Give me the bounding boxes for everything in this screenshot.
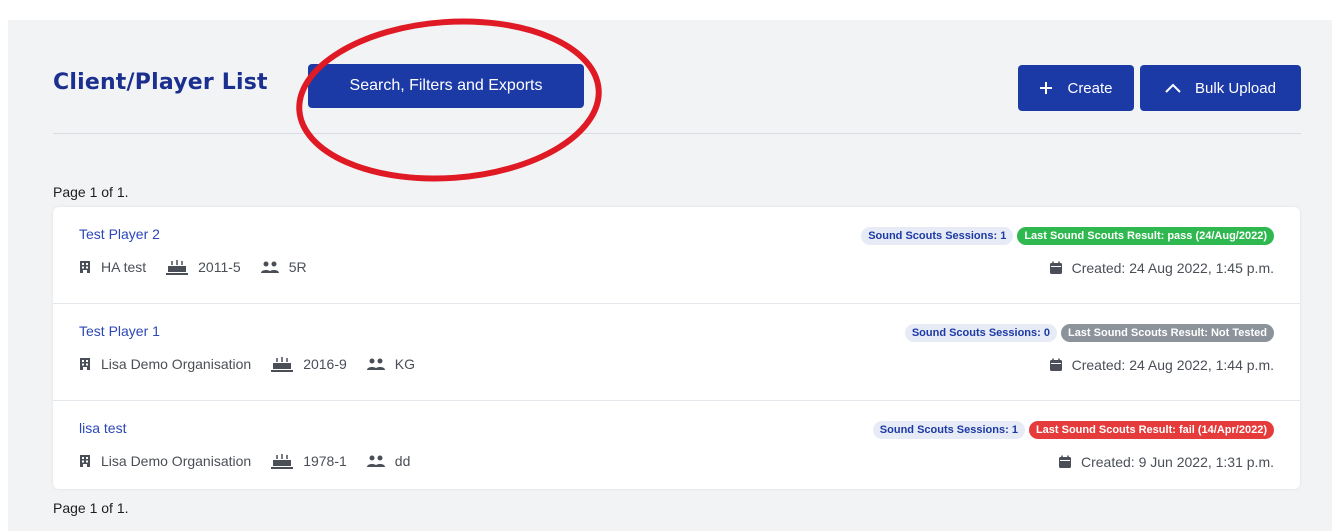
- player-meta: Lisa Demo Organisation 1978-1 dd: [79, 453, 430, 469]
- badges: Sound Scouts Sessions: 1 Last Sound Scou…: [872, 421, 1274, 439]
- created-date: Created: 24 Aug 2022, 1:45 p.m.: [1071, 260, 1274, 276]
- page-info-bottom: Page 1 of 1.: [53, 500, 129, 516]
- player-name-link[interactable]: Test Player 1: [79, 323, 160, 339]
- organisation-name: Lisa Demo Organisation: [101, 453, 252, 469]
- list-item: Test Player 2 HA test 2011-5 5R Sound Sc…: [53, 207, 1300, 304]
- list-item: Test Player 1 Lisa Demo Organisation 201…: [53, 304, 1300, 401]
- player-name-link[interactable]: Test Player 2: [79, 226, 160, 242]
- calendar-icon: [1058, 455, 1071, 468]
- building-icon: [80, 455, 90, 467]
- result-badge: Last Sound Scouts Result: Not Tested: [1060, 324, 1274, 342]
- cake-icon: [271, 357, 294, 372]
- organisation-info: HA test: [79, 259, 146, 275]
- sessions-badge: Sound Scouts Sessions: 0: [904, 324, 1057, 342]
- group-info: KG: [366, 356, 416, 372]
- group-icon: [366, 455, 385, 467]
- created-info: Created: 9 Jun 2022, 1:31 p.m.: [1058, 454, 1274, 470]
- building-icon: [80, 261, 90, 273]
- group-icon: [260, 261, 279, 273]
- player-list: Test Player 2 HA test 2011-5 5R Sound Sc…: [53, 207, 1300, 489]
- sessions-badge: Sound Scouts Sessions: 1: [861, 227, 1014, 245]
- plus-icon: [1039, 81, 1053, 95]
- cohort-info: 2011-5: [166, 259, 241, 275]
- organisation-name: HA test: [101, 259, 147, 275]
- calendar-icon: [1049, 358, 1062, 371]
- header-divider: [53, 133, 1301, 134]
- player-meta: HA test 2011-5 5R: [79, 259, 327, 275]
- cohort-info: 1978-1: [271, 453, 347, 469]
- group-value: KG: [394, 356, 416, 372]
- group-value: 5R: [288, 259, 307, 275]
- cohort-value: 2016-9: [303, 356, 347, 372]
- created-info: Created: 24 Aug 2022, 1:44 p.m.: [1049, 357, 1274, 373]
- cake-icon: [271, 454, 294, 469]
- created-date: Created: 9 Jun 2022, 1:31 p.m.: [1080, 454, 1274, 470]
- building-icon: [80, 358, 90, 370]
- created-info: Created: 24 Aug 2022, 1:45 p.m.: [1049, 260, 1274, 276]
- group-info: 5R: [260, 259, 307, 275]
- created-date: Created: 24 Aug 2022, 1:44 p.m.: [1071, 357, 1274, 373]
- list-item: lisa test Lisa Demo Organisation 1978-1 …: [53, 401, 1300, 489]
- search-button-label: Search, Filters and Exports: [349, 77, 543, 94]
- organisation-name: Lisa Demo Organisation: [101, 356, 252, 372]
- bulk-upload-button-label: Bulk Upload: [1195, 79, 1276, 97]
- create-button-label: Create: [1067, 79, 1113, 97]
- badges: Sound Scouts Sessions: 1 Last Sound Scou…: [861, 227, 1274, 245]
- cohort-value: 1978-1: [303, 453, 347, 469]
- group-value: dd: [394, 453, 411, 469]
- result-badge: Last Sound Scouts Result: pass (24/Aug/2…: [1017, 227, 1274, 245]
- organisation-info: Lisa Demo Organisation: [79, 453, 251, 469]
- search-filters-exports-button[interactable]: Search, Filters and Exports: [308, 64, 584, 108]
- chevron-up-icon: [1165, 83, 1181, 93]
- cohort-value: 2011-5: [198, 259, 241, 275]
- player-name-link[interactable]: lisa test: [79, 420, 126, 436]
- sessions-badge: Sound Scouts Sessions: 1: [872, 421, 1025, 439]
- calendar-icon: [1049, 261, 1062, 274]
- cake-icon: [166, 260, 189, 275]
- page-info-top: Page 1 of 1.: [53, 184, 129, 200]
- badges: Sound Scouts Sessions: 0 Last Sound Scou…: [904, 324, 1274, 342]
- bulk-upload-button[interactable]: Bulk Upload: [1140, 65, 1301, 111]
- page-title: Client/Player List: [53, 70, 268, 95]
- cohort-info: 2016-9: [271, 356, 347, 372]
- organisation-info: Lisa Demo Organisation: [79, 356, 251, 372]
- group-info: dd: [366, 453, 411, 469]
- player-meta: Lisa Demo Organisation 2016-9 KG: [79, 356, 435, 372]
- create-button[interactable]: Create: [1018, 65, 1134, 111]
- result-badge: Last Sound Scouts Result: fail (14/Apr/2…: [1028, 421, 1274, 439]
- group-icon: [366, 358, 385, 370]
